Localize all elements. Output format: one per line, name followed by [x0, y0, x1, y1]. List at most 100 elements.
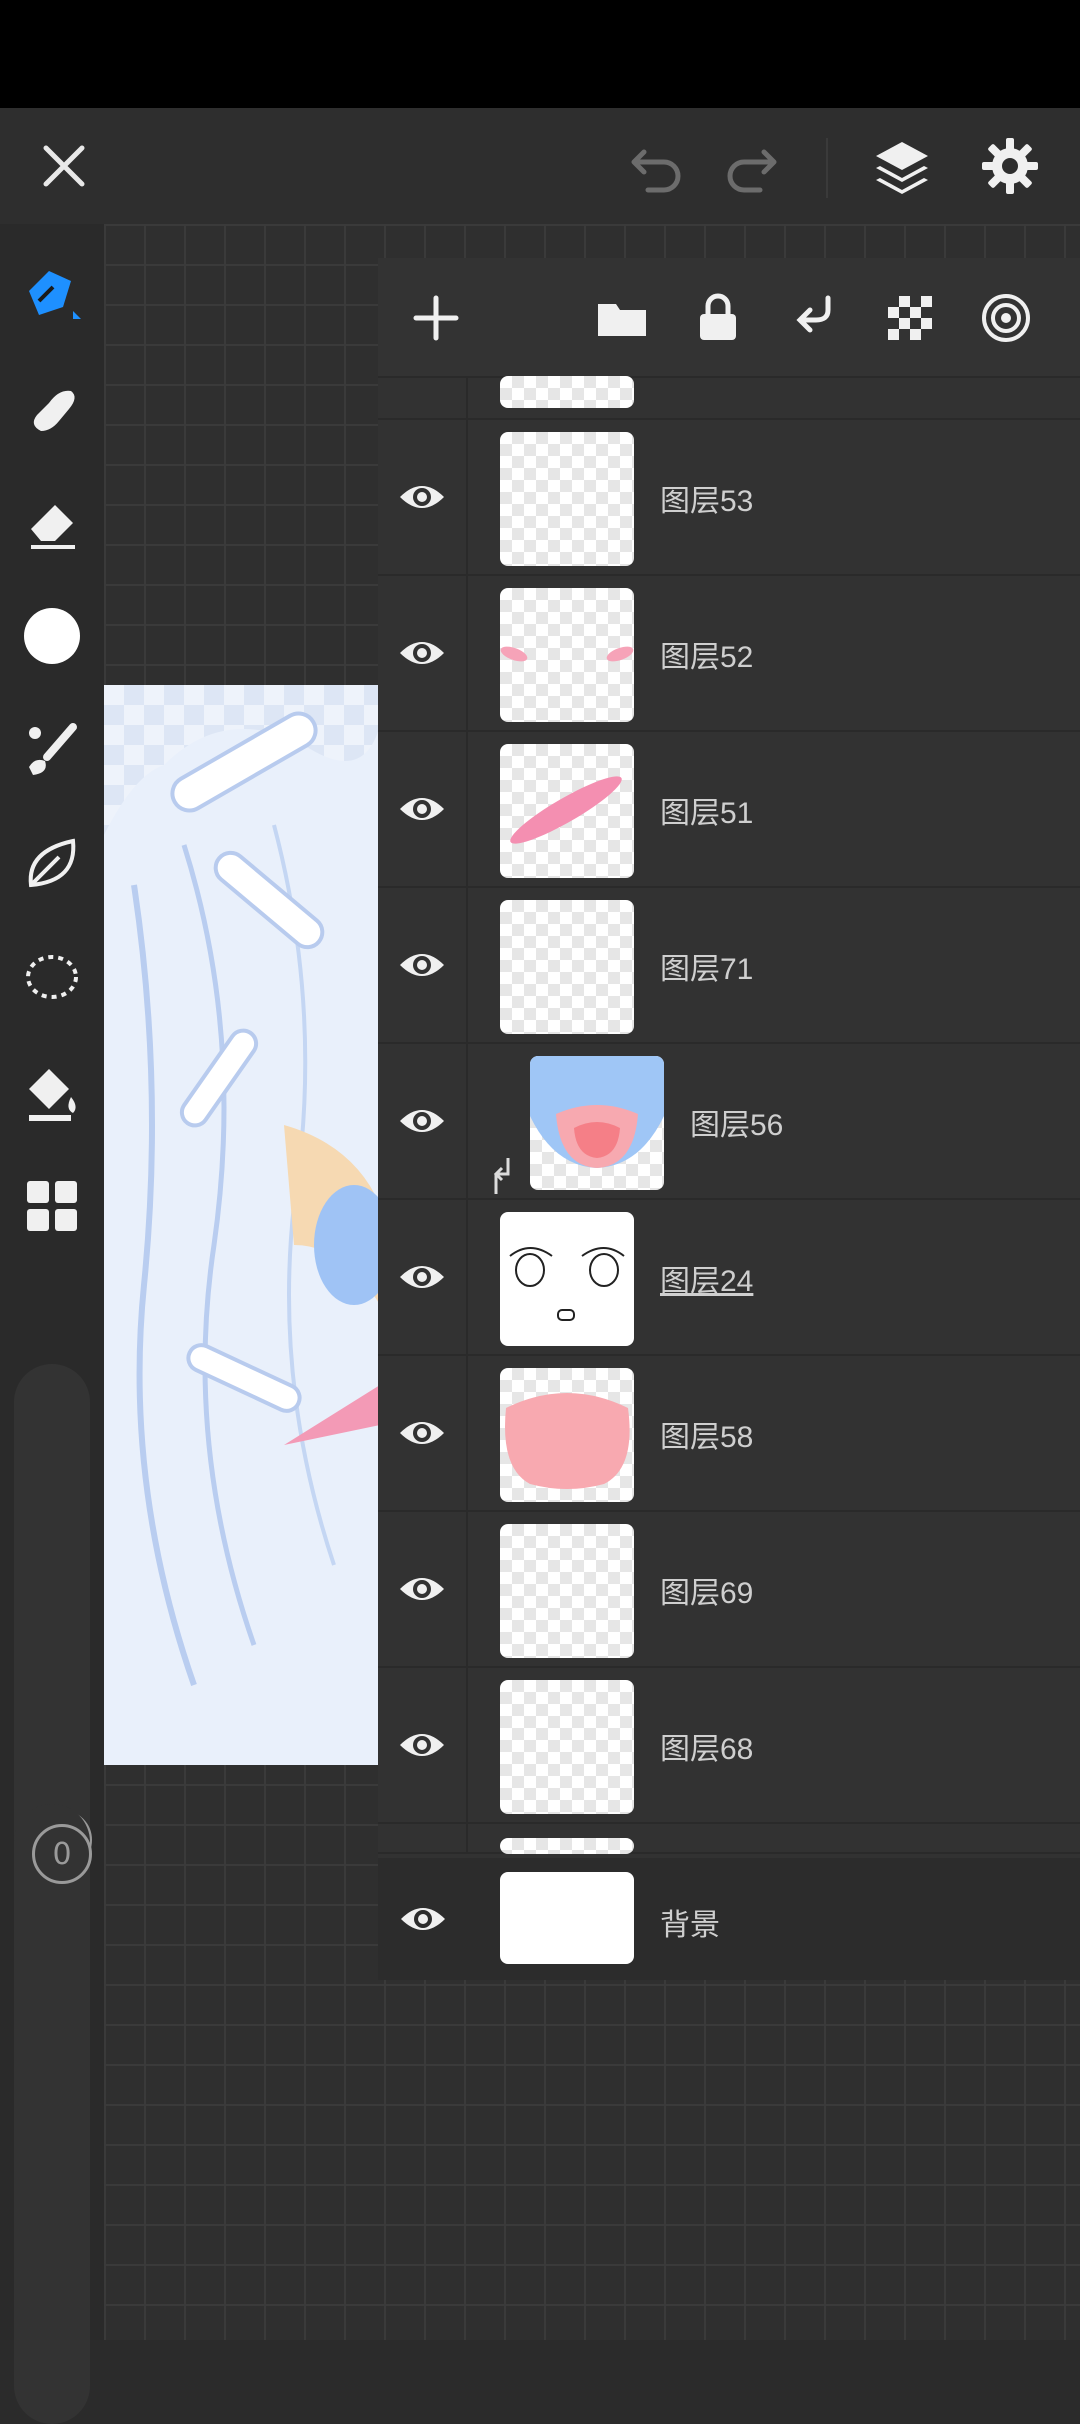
- merge-down-icon: [796, 295, 831, 333]
- visibility-toggle[interactable]: [378, 1668, 468, 1822]
- opacity-knob[interactable]: 0: [32, 1824, 92, 1884]
- close-button[interactable]: [20, 122, 108, 210]
- layers-icon: [876, 142, 928, 194]
- layer-row[interactable]: 图层56: [378, 1044, 1080, 1200]
- brush-tool-button[interactable]: [10, 708, 94, 792]
- layer-thumbnail: [500, 1838, 634, 1854]
- color-swatch: [24, 608, 80, 664]
- eraser-tool-button[interactable]: [10, 480, 94, 564]
- layer-row-partial[interactable]: [378, 1824, 1080, 1854]
- layer-name: 背景: [660, 1909, 720, 1942]
- leaf-shape-icon: [28, 838, 76, 888]
- layers-button[interactable]: [858, 122, 946, 210]
- layer-row[interactable]: 图层51: [378, 732, 1080, 888]
- artwork-illustration: [104, 711, 380, 1765]
- lock-layer-button[interactable]: [682, 282, 754, 354]
- layer-name: 图层56: [690, 1109, 784, 1142]
- lasso-select-icon: [26, 955, 78, 999]
- layers-panel: 图层53 图层52 图层51 图层71 图层56 图层24 图层58 图层69 …: [378, 258, 1080, 1980]
- eye-icon: [400, 1110, 444, 1132]
- eye-zone: [378, 1824, 468, 1852]
- layer-row[interactable]: 图层52: [378, 576, 1080, 732]
- more-tools-button[interactable]: [10, 1164, 94, 1248]
- eye-icon: [400, 642, 444, 664]
- status-bar: [0, 0, 1080, 108]
- eye-icon: [400, 798, 444, 820]
- visibility-toggle[interactable]: [378, 1512, 468, 1666]
- layer-row[interactable]: 图层53: [378, 420, 1080, 576]
- layer-thumbnail: [500, 744, 634, 878]
- layer-thumbnail: [500, 1212, 634, 1346]
- layer-name: 图层68: [660, 1733, 754, 1766]
- layer-thumbnail: [500, 1680, 634, 1814]
- add-icon: [413, 295, 459, 341]
- eraser-icon: [31, 505, 75, 549]
- canvas-artwork[interactable]: [104, 685, 380, 1765]
- layer-name: 图层69: [660, 1577, 754, 1610]
- layer-name: 图层58: [660, 1421, 754, 1454]
- layer-row-partial[interactable]: [378, 376, 1080, 420]
- reference-layer-button[interactable]: [970, 282, 1042, 354]
- visibility-toggle[interactable]: [378, 1356, 468, 1510]
- lasso-tool-button[interactable]: [10, 936, 94, 1020]
- layer-thumbnail: [500, 1872, 634, 1964]
- layer-thumbnail: [500, 588, 634, 722]
- layer-row[interactable]: 图层58: [378, 1356, 1080, 1512]
- new-folder-button[interactable]: [586, 282, 658, 354]
- layer-name: 图层71: [660, 953, 754, 986]
- clipping-mask-icon: [493, 1158, 510, 1194]
- visibility-toggle[interactable]: [378, 732, 468, 886]
- fill-bucket-icon: [29, 1069, 76, 1121]
- smudge-icon: [33, 390, 75, 431]
- eye-zone: [378, 376, 468, 418]
- eye-icon: [400, 954, 444, 976]
- grid-apps-icon: [27, 1181, 77, 1231]
- undo-button[interactable]: [612, 122, 700, 210]
- pen-tool-button[interactable]: [10, 252, 94, 336]
- redo-icon: [727, 149, 777, 193]
- layer-thumbnail: [500, 432, 634, 566]
- visibility-toggle[interactable]: [378, 888, 468, 1042]
- tool-sidebar: S 0: [0, 224, 104, 2424]
- visibility-toggle[interactable]: [378, 1858, 468, 1980]
- layer-thumbnail: [530, 1056, 664, 1190]
- layer-name: 图层52: [660, 641, 754, 674]
- layer-row[interactable]: 图层24: [378, 1200, 1080, 1356]
- layer-name: 图层53: [660, 485, 754, 518]
- shape-tool-button[interactable]: [10, 822, 94, 906]
- color-picker-button[interactable]: [10, 594, 94, 678]
- visibility-toggle[interactable]: [378, 1044, 468, 1198]
- visibility-toggle[interactable]: [378, 420, 468, 574]
- layers-panel-header: [378, 258, 1080, 378]
- redo-button[interactable]: [708, 122, 796, 210]
- smudge-tool-button[interactable]: [10, 366, 94, 450]
- fill-tool-button[interactable]: [10, 1050, 94, 1134]
- gear-icon: [982, 138, 1038, 194]
- undo-icon: [631, 149, 681, 193]
- settings-button[interactable]: [966, 122, 1054, 210]
- eye-icon: [401, 1908, 445, 1930]
- layer-row[interactable]: 图层69: [378, 1512, 1080, 1668]
- close-icon: [43, 145, 85, 187]
- transparency-icon: [888, 296, 932, 340]
- transparency-button[interactable]: [874, 282, 946, 354]
- eye-icon: [400, 1422, 444, 1444]
- merge-down-button[interactable]: [778, 282, 850, 354]
- layer-row[interactable]: 图层71: [378, 888, 1080, 1044]
- layer-name: 图层24: [660, 1265, 754, 1298]
- layer-name: 图层51: [660, 797, 754, 830]
- opacity-slider[interactable]: 0: [14, 1804, 92, 2424]
- top-bar: [0, 108, 1080, 224]
- layer-row[interactable]: 图层68: [378, 1668, 1080, 1824]
- eye-icon: [400, 1266, 444, 1288]
- pen-icon: [29, 271, 81, 319]
- eye-icon: [400, 486, 444, 508]
- add-layer-button[interactable]: [400, 282, 472, 354]
- visibility-toggle[interactable]: [378, 1200, 468, 1354]
- eye-icon: [400, 1578, 444, 1600]
- layer-thumbnail: [500, 1368, 634, 1502]
- visibility-toggle[interactable]: [378, 576, 468, 730]
- brush-icon: [29, 723, 77, 775]
- background-layer-row[interactable]: 背景: [378, 1858, 1080, 1980]
- toolbar-divider: [826, 138, 828, 198]
